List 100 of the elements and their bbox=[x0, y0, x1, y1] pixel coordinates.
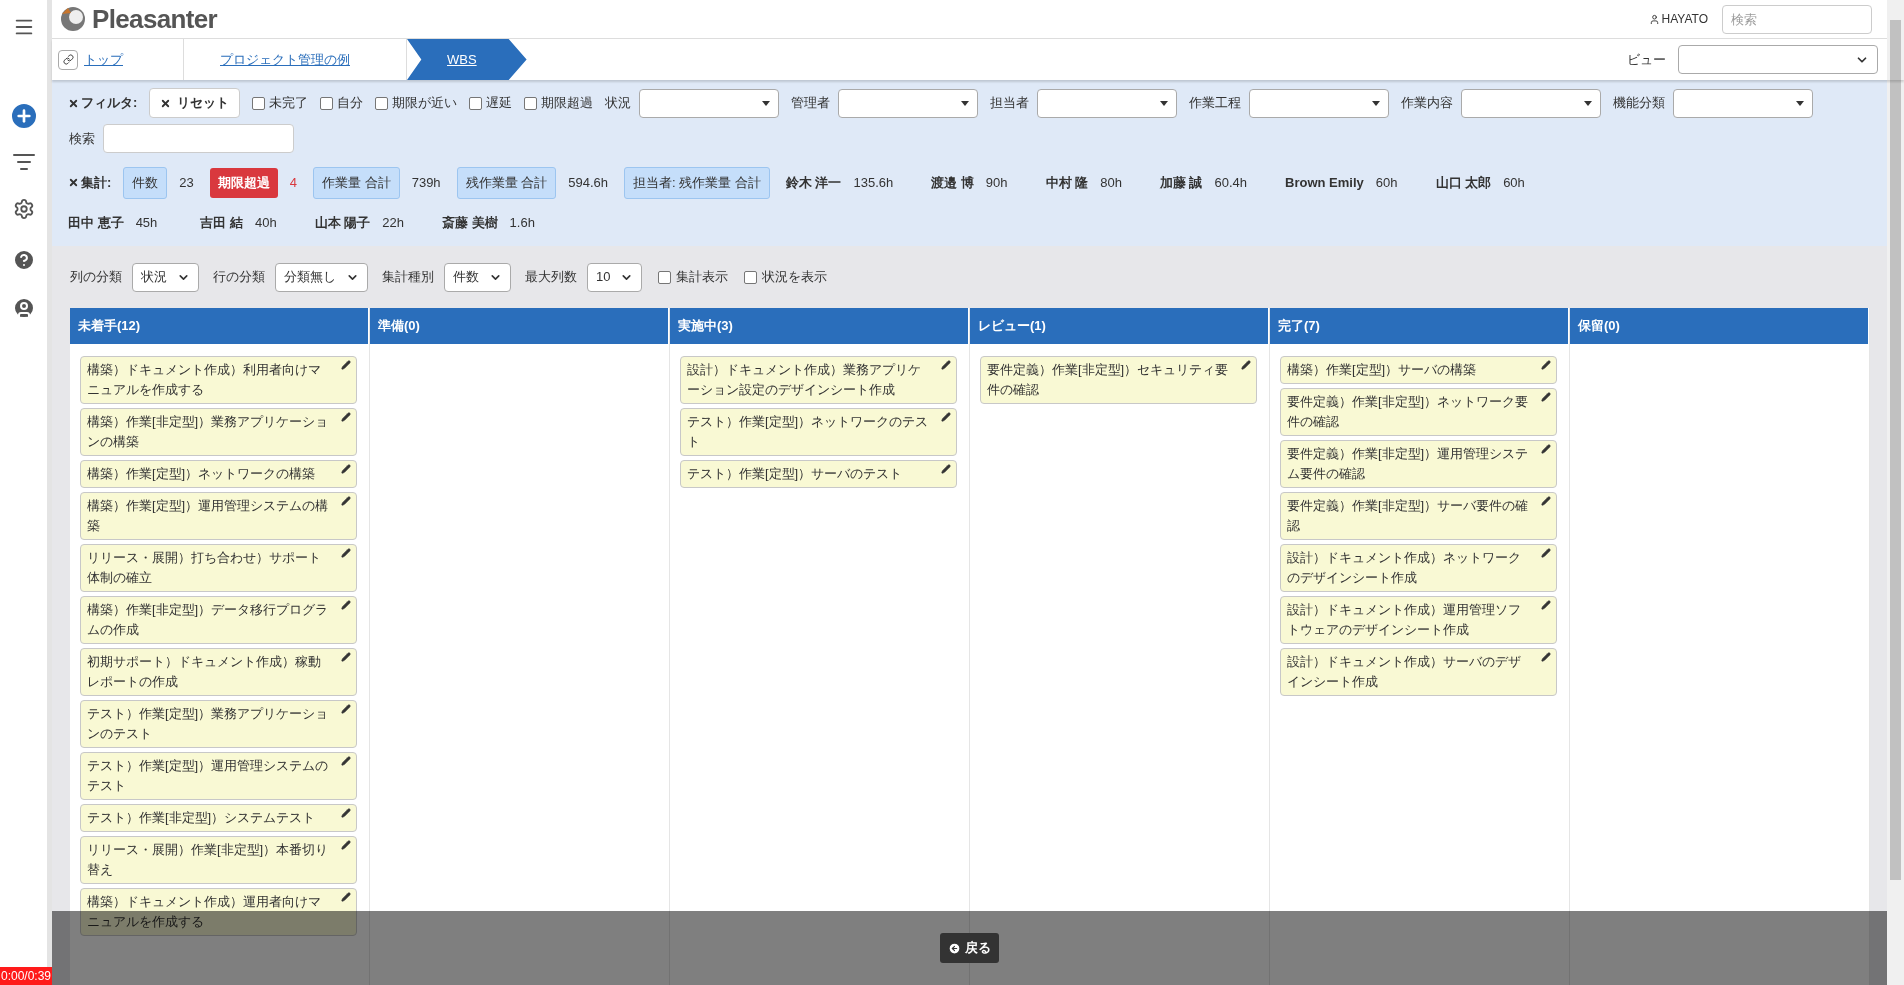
video-timer: 0:00/0:39 bbox=[0, 967, 53, 985]
task-card[interactable]: テスト）作業[非定型]）システムテスト bbox=[80, 804, 357, 832]
task-card[interactable]: リリース・展開）作業[非定型]）本番切り替え bbox=[80, 836, 357, 884]
task-card[interactable]: 構築）作業[定型]）運用管理システムの構築 bbox=[80, 492, 357, 540]
task-card[interactable]: 設計）ドキュメント作成）運用管理ソフトウェアのデザインシート作成 bbox=[1280, 596, 1557, 644]
task-card[interactable]: 設計）ドキュメント作成）ネットワークのデザインシート作成 bbox=[1280, 544, 1557, 592]
column-header: 実施中(3) bbox=[670, 308, 969, 344]
edit-icon[interactable] bbox=[1541, 360, 1551, 370]
task-card[interactable]: 要件定義）作業[非定型]）運用管理システム要件の確認 bbox=[1280, 440, 1557, 488]
filter-select-label: 機能分類 bbox=[1613, 94, 1666, 113]
app-logo[interactable]: Pleasanter bbox=[92, 0, 218, 39]
edit-icon[interactable] bbox=[941, 412, 951, 422]
edit-icon[interactable] bbox=[1541, 652, 1551, 662]
task-card[interactable]: 構築）ドキュメント作成）利用者向けマニュアルを作成する bbox=[80, 356, 357, 404]
edit-icon[interactable] bbox=[1241, 360, 1251, 370]
summary-value: 60h bbox=[1503, 174, 1525, 192]
edit-icon[interactable] bbox=[941, 360, 951, 370]
assignee-name: 中村 隆 bbox=[1045, 174, 1089, 192]
search-label: 検索 bbox=[69, 129, 95, 148]
option-label: 最大列数 bbox=[525, 268, 577, 287]
edit-icon[interactable] bbox=[1541, 392, 1551, 402]
edit-icon[interactable] bbox=[341, 756, 351, 766]
edit-icon[interactable] bbox=[341, 840, 351, 850]
edit-icon[interactable] bbox=[341, 360, 351, 370]
checkbox[interactable] bbox=[252, 96, 266, 110]
task-card[interactable]: テスト）作業[定型]）業務アプリケーションのテスト bbox=[80, 700, 357, 748]
assignee-name: 山口 太郎 bbox=[1435, 174, 1492, 192]
task-card[interactable]: 設計）ドキュメント作成）サーバのデザインシート作成 bbox=[1280, 648, 1557, 696]
summary-chip: 作業量 合計 bbox=[313, 167, 400, 199]
edit-icon[interactable] bbox=[341, 600, 351, 610]
option-select[interactable]: 分類無し bbox=[275, 262, 368, 292]
edit-icon[interactable] bbox=[341, 808, 351, 818]
close-icon bbox=[160, 97, 172, 109]
summary-value: 60.4h bbox=[1214, 174, 1248, 192]
summary-value: 1.6h bbox=[509, 213, 535, 232]
edit-icon[interactable] bbox=[1541, 548, 1551, 558]
task-card[interactable]: 構築）ドキュメント作成）運用者向けマニュアルを作成する bbox=[80, 888, 357, 936]
summary-value: 80h bbox=[1100, 174, 1122, 192]
edit-icon[interactable] bbox=[1541, 444, 1551, 454]
checkbox[interactable] bbox=[744, 270, 758, 284]
summary-label[interactable]: 集計: bbox=[68, 173, 112, 193]
task-card[interactable]: 要件定義）作業[非定型]）ネットワーク要件の確認 bbox=[1280, 388, 1557, 436]
user-name[interactable]: HAYATO bbox=[1648, 10, 1708, 28]
summary-value: 40h bbox=[254, 213, 277, 232]
edit-icon[interactable] bbox=[341, 652, 351, 662]
task-card[interactable]: 要件定義）作業[非定型]）サーバ要件の確認 bbox=[1280, 492, 1557, 540]
summary-value: 594.6h bbox=[568, 174, 608, 192]
option-select[interactable]: 10 bbox=[587, 262, 643, 292]
checkbox[interactable] bbox=[658, 270, 672, 284]
summary-value: 60h bbox=[1375, 174, 1398, 192]
task-card[interactable]: 設計）ドキュメント作成）業務アプリケーション設定のデザインシート作成 bbox=[680, 356, 957, 404]
search-field[interactable]: 検索 bbox=[1722, 4, 1872, 34]
summary-chip: 担当者: 残作業量 合計 bbox=[624, 167, 770, 199]
column-header: 完了(7) bbox=[1270, 308, 1569, 344]
edit-icon[interactable] bbox=[1541, 496, 1551, 506]
checkbox[interactable] bbox=[524, 96, 538, 110]
checkbox-label: 期限が近い bbox=[392, 94, 458, 113]
reset-button[interactable]: リセット bbox=[149, 88, 241, 118]
edit-icon[interactable] bbox=[341, 548, 351, 558]
option-select[interactable]: 状況 bbox=[132, 262, 199, 292]
task-card[interactable]: 構築）作業[非定型]）データ移行プログラムの作成 bbox=[80, 596, 357, 644]
breadcrumb-item[interactable]: WBS bbox=[407, 39, 527, 80]
assignee-name: 斎藤 美樹 bbox=[442, 213, 498, 232]
edit-icon[interactable] bbox=[341, 704, 351, 714]
task-card[interactable]: テスト）作業[定型]）ネットワークのテスト bbox=[680, 408, 957, 456]
dropdown-caret-icon bbox=[961, 100, 970, 106]
back-button[interactable]: 戻る bbox=[940, 933, 999, 963]
option-select[interactable]: 件数 bbox=[444, 262, 511, 292]
assignee-name: 渡邉 博 bbox=[931, 174, 974, 192]
link-icon[interactable] bbox=[58, 49, 78, 70]
edit-icon[interactable] bbox=[341, 892, 351, 902]
edit-icon[interactable] bbox=[341, 464, 351, 474]
settings-icon[interactable] bbox=[12, 198, 35, 220]
task-card[interactable]: テスト）作業[定型]）運用管理システムのテスト bbox=[80, 752, 357, 800]
checkbox[interactable] bbox=[469, 96, 483, 110]
edit-icon[interactable] bbox=[1541, 600, 1551, 610]
search-field[interactable] bbox=[103, 124, 294, 153]
checkbox-label: 状況を表示 bbox=[762, 268, 828, 287]
filter-select-label: 管理者 bbox=[791, 94, 831, 113]
task-card[interactable]: 要件定義）作業[非定型]）セキュリティ要件の確認 bbox=[980, 356, 1257, 404]
edit-icon[interactable] bbox=[941, 464, 951, 474]
edit-icon[interactable] bbox=[341, 496, 351, 506]
edit-icon[interactable] bbox=[341, 412, 351, 422]
task-card[interactable]: テスト）作業[定型]）サーバのテスト bbox=[680, 460, 957, 488]
task-card[interactable]: 構築）作業[非定型]）業務アプリケーションの構築 bbox=[80, 408, 357, 456]
checkbox[interactable] bbox=[320, 96, 334, 110]
summary-chip: 件数 bbox=[123, 167, 168, 199]
column-header: 準備(0) bbox=[370, 308, 669, 344]
filter-label[interactable]: フィルタ: bbox=[68, 93, 138, 113]
summary-chip: 残作業量 合計 bbox=[456, 167, 557, 199]
checkbox-label: 自分 bbox=[337, 94, 364, 113]
checkbox[interactable] bbox=[375, 96, 389, 110]
task-card[interactable]: 構築）作業[定型]）サーバの構築 bbox=[1280, 356, 1557, 384]
task-card[interactable]: リリース・展開）打ち合わせ）サポート体制の確立 bbox=[80, 544, 357, 592]
close-icon bbox=[68, 97, 79, 109]
dropdown-caret-icon bbox=[762, 100, 771, 106]
filter-select-label: 担当者 bbox=[990, 94, 1030, 113]
task-card[interactable]: 構築）作業[定型]）ネットワークの構築 bbox=[80, 460, 357, 488]
task-card[interactable]: 初期サポート）ドキュメント作成）稼動レポートの作成 bbox=[80, 648, 357, 696]
checkbox-label: 集計表示 bbox=[676, 268, 729, 287]
